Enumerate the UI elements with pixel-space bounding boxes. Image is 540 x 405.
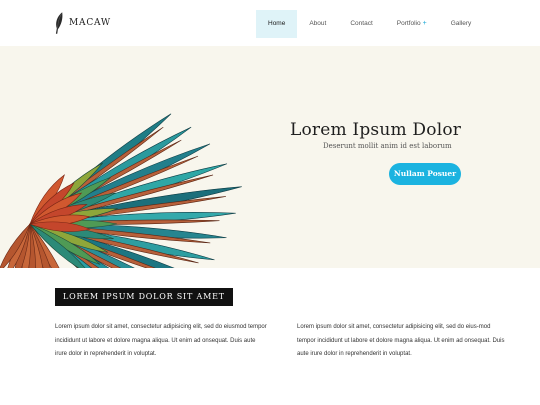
- hero-subtitle: Deserunt mollit anim id est laborum: [323, 142, 452, 150]
- nav-item-gallery[interactable]: Gallery: [439, 10, 484, 38]
- brand-logo[interactable]: MACAW: [55, 11, 111, 35]
- nav-item-label: About: [309, 20, 327, 27]
- hero-banner: Lorem Ipsum Dolor Deserunt mollit anim i…: [0, 46, 540, 268]
- brand-name: MACAW: [69, 18, 111, 28]
- main-nav: Home About Contact Portfolio + Gallery: [256, 10, 483, 38]
- macaw-wing-image: [0, 113, 242, 268]
- nav-item-label: Gallery: [450, 20, 472, 27]
- submenu-plus-icon: +: [422, 20, 427, 27]
- hero-title: Lorem Ipsum Dolor: [290, 120, 462, 140]
- nav-item-label: Contact: [350, 20, 373, 27]
- nav-item-about[interactable]: About: [297, 10, 338, 38]
- section-heading: LOREM IPSUM DOLOR SIT AMET: [55, 288, 233, 306]
- text-column-left: Lorem ipsum dolor sit amet, consectetur …: [55, 324, 267, 357]
- site-header: MACAW Home About Contact Portfolio + Gall…: [0, 0, 540, 46]
- nav-item-contact[interactable]: Contact: [338, 10, 384, 38]
- nav-item-label: Portfolio: [396, 20, 421, 27]
- feather-icon: [55, 12, 63, 34]
- nav-item-home[interactable]: Home: [256, 10, 298, 38]
- nav-item-label: Home: [268, 20, 286, 27]
- hero-cta-button[interactable]: Nullam Posuer: [389, 163, 461, 185]
- text-column-right: Lorem ipsum dolor sit amet, consectetur …: [297, 324, 505, 357]
- nav-item-portfolio[interactable]: Portfolio +: [385, 10, 439, 38]
